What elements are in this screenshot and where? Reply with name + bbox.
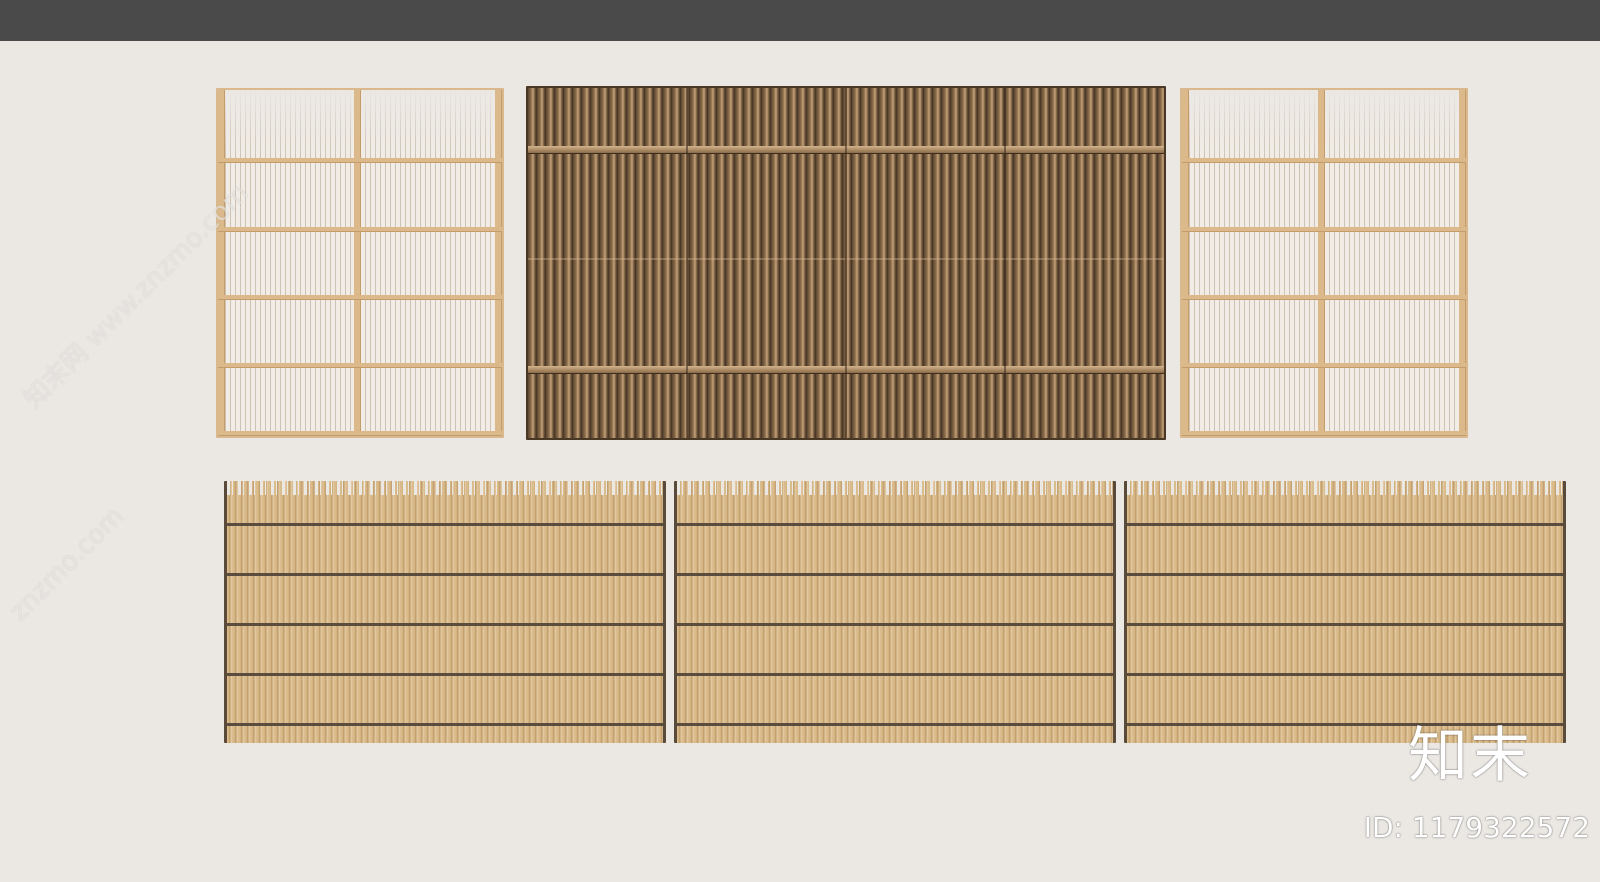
frame-rail — [1182, 431, 1466, 436]
reed-fence-1 — [224, 481, 666, 743]
fence-wire — [677, 523, 1113, 526]
top-toolbar — [0, 0, 1600, 41]
fence-wire — [677, 673, 1113, 676]
panel-seam — [686, 88, 688, 438]
frame-post — [354, 90, 361, 436]
frame-rail — [218, 158, 502, 163]
reed-tips — [677, 481, 1113, 495]
fence-wire — [227, 573, 663, 576]
fence-wire — [677, 723, 1113, 726]
fence-wire — [1127, 623, 1563, 626]
reed-tips — [227, 481, 663, 495]
light-screen-right — [1180, 88, 1468, 438]
frame-rail — [1182, 363, 1466, 368]
reed-tips — [1127, 481, 1563, 495]
reed-fence-3 — [1124, 481, 1566, 743]
panel-seam — [1004, 88, 1006, 438]
frame-rail — [218, 363, 502, 368]
frame-rail — [218, 295, 502, 300]
diagonal-watermark: znzmo.com — [4, 501, 131, 628]
frame-rail — [1182, 227, 1466, 232]
frame-rail — [1182, 158, 1466, 163]
fence-wire — [227, 723, 663, 726]
fence-wire — [1127, 673, 1563, 676]
fence-wire — [227, 623, 663, 626]
light-screen-left — [216, 88, 504, 438]
frame-post — [1318, 90, 1325, 436]
fence-wire — [677, 573, 1113, 576]
frame-post — [1182, 90, 1189, 436]
dark-bamboo-center — [526, 86, 1166, 440]
frame-post — [495, 90, 502, 436]
fence-wire — [227, 523, 663, 526]
fence-wire — [1127, 523, 1563, 526]
panel-seam — [845, 88, 847, 438]
reed-fence-2 — [674, 481, 1116, 743]
watermark-logo: 知末 — [1408, 721, 1532, 791]
fence-wire — [677, 623, 1113, 626]
frame-rail — [218, 431, 502, 436]
frame-post — [1459, 90, 1466, 436]
frame-rail — [218, 227, 502, 232]
watermark-id: ID: 1179322572 — [1363, 811, 1590, 844]
fence-wire — [1127, 573, 1563, 576]
fence-wire — [227, 673, 663, 676]
image-canvas: 知末网 www.znzmo.com znzmo.com 知末 ID: 11793… — [0, 41, 1600, 882]
frame-rail — [1182, 295, 1466, 300]
frame-post — [218, 90, 225, 436]
